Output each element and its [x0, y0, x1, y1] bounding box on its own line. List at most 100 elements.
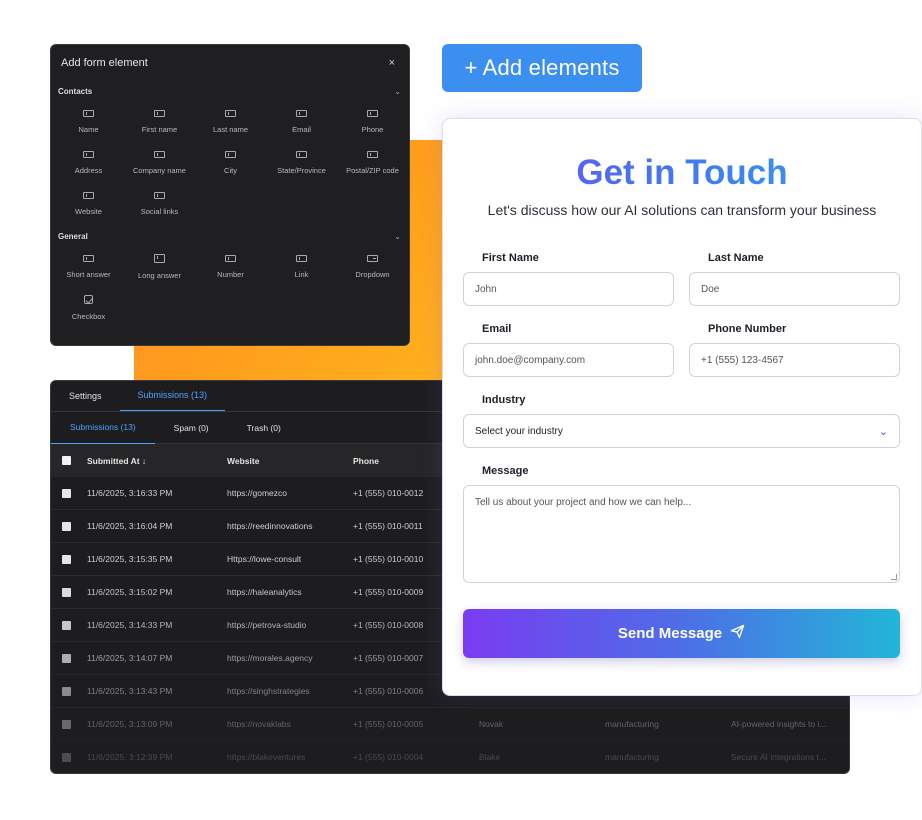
- cell-phone: +1 (555) 010-0005: [353, 719, 424, 729]
- input-field-icon: [367, 150, 378, 158]
- message-label: Message: [482, 465, 529, 477]
- input-field-icon: [296, 109, 307, 117]
- input-field-icon: [225, 254, 236, 262]
- element-link[interactable]: Link: [266, 246, 337, 287]
- element-label: Name: [78, 124, 99, 134]
- element-label: State/Province: [277, 165, 326, 175]
- cell-submitted-at: 11/6/2025, 3:12:39 PM: [87, 752, 173, 762]
- tab-spam[interactable]: Spam (0): [155, 412, 228, 444]
- table-row[interactable]: 11/6/2025, 3:12:39 PM https://blakeventur…: [51, 741, 849, 773]
- element-short-answer[interactable]: Short answer: [53, 246, 124, 287]
- industry-select[interactable]: Select your industry ⌄: [463, 414, 900, 448]
- element-dropdown[interactable]: Dropdown: [337, 246, 408, 287]
- paper-plane-icon: [730, 624, 745, 643]
- column-submitted-at[interactable]: Submitted At ↓: [87, 456, 227, 466]
- row-checkbox[interactable]: [62, 653, 71, 663]
- element-name[interactable]: Name: [53, 101, 124, 142]
- element-label: First name: [141, 124, 178, 134]
- cell-website: https://petrova-studio: [227, 620, 307, 630]
- general-grid: Short answer Long answer Number Link Dropdow…: [51, 246, 409, 328]
- element-long-answer[interactable]: Long answer: [124, 246, 195, 287]
- element-label: Dropdown: [355, 269, 390, 279]
- element-number[interactable]: Number: [195, 246, 266, 287]
- cell-website: https://singhstrategies: [227, 686, 310, 696]
- tab-submissions[interactable]: Submissions (13): [119, 381, 226, 411]
- tab-trash[interactable]: Trash (0): [228, 412, 300, 444]
- resize-handle-icon[interactable]: [891, 574, 897, 580]
- last-name-field[interactable]: Doe: [689, 272, 900, 306]
- cell-submitted-at: 11/6/2025, 3:14:33 PM: [87, 620, 173, 630]
- input-field-icon: [296, 254, 307, 262]
- email-field[interactable]: john.doe@company.com: [463, 343, 674, 377]
- section-title: General: [58, 231, 88, 241]
- section-contacts[interactable]: Contacts ⌄: [51, 81, 409, 101]
- element-phone[interactable]: Phone: [337, 101, 408, 142]
- input-field-icon: [83, 150, 94, 158]
- cell-website: https://morales.agency: [227, 653, 313, 663]
- contact-form-card: Get in Touch Let's discuss how our AI so…: [442, 118, 922, 696]
- row-checkbox[interactable]: [62, 620, 71, 630]
- form-title: Get in Touch: [443, 153, 921, 193]
- message-textarea[interactable]: Tell us about your project and how we ca…: [463, 485, 900, 583]
- section-general[interactable]: General ⌄: [51, 226, 409, 246]
- send-label: Send Message: [617, 625, 723, 642]
- element-checkbox[interactable]: Checkbox: [53, 287, 124, 328]
- send-message-button[interactable]: Send Message: [463, 609, 900, 658]
- form-subtitle: Let's discuss how our AI solutions can t…: [487, 202, 877, 218]
- first-name-label: First Name: [482, 252, 539, 264]
- row-checkbox[interactable]: [62, 719, 71, 729]
- chevron-down-icon[interactable]: ⌄: [394, 232, 401, 241]
- table-row[interactable]: 11/6/2025, 3:13:09 PM https://novaklabs +1…: [51, 708, 849, 741]
- input-field-icon: [83, 254, 94, 262]
- section-title: Contacts: [58, 86, 93, 96]
- element-company-name[interactable]: Company name: [124, 142, 195, 183]
- chevron-down-icon[interactable]: ⌄: [394, 87, 401, 96]
- first-name-field[interactable]: John: [463, 272, 674, 306]
- tab-settings[interactable]: Settings: [51, 381, 120, 411]
- element-label: Short answer: [66, 269, 111, 279]
- column-website[interactable]: Website: [227, 456, 353, 466]
- row-checkbox[interactable]: [62, 587, 71, 597]
- element-label: Address: [74, 165, 103, 175]
- input-field-icon: [154, 150, 165, 158]
- row-checkbox[interactable]: [62, 686, 71, 696]
- input-field-icon: [154, 253, 165, 263]
- checkbox-icon: [84, 294, 93, 304]
- element-label: Email: [292, 124, 311, 134]
- row-checkbox[interactable]: [62, 521, 71, 531]
- element-postal-zip-code[interactable]: Postal/ZIP code: [337, 142, 408, 183]
- input-field-icon: [296, 150, 307, 158]
- element-label: Number: [217, 269, 244, 279]
- cell-website: https://haleanalytics: [227, 587, 302, 597]
- element-social-links[interactable]: Social links: [124, 183, 195, 224]
- element-city[interactable]: City: [195, 142, 266, 183]
- select-all-checkbox[interactable]: [62, 456, 71, 465]
- element-label: Company name: [133, 165, 186, 175]
- row-checkbox[interactable]: [62, 554, 71, 564]
- row-checkbox[interactable]: [62, 488, 71, 498]
- element-state-province[interactable]: State/Province: [266, 142, 337, 183]
- cell-industry: manufacturing: [605, 719, 659, 729]
- cell-website: https://novaklabs: [227, 719, 291, 729]
- row-checkbox[interactable]: [62, 752, 71, 762]
- phone-field[interactable]: +1 (555) 123-4567: [689, 343, 900, 377]
- element-label: Last name: [212, 124, 249, 134]
- element-email[interactable]: Email: [266, 101, 337, 142]
- element-website[interactable]: Website: [53, 183, 124, 224]
- close-icon[interactable]: ×: [389, 57, 395, 69]
- tab-submissions-list[interactable]: Submissions (13): [51, 412, 155, 444]
- element-first-name[interactable]: First name: [124, 101, 195, 142]
- element-label: Website: [75, 206, 102, 216]
- message-placeholder: Tell us about your project and how we ca…: [475, 497, 692, 508]
- add-elements-button[interactable]: + Add elements: [442, 44, 642, 92]
- cell-message: Secure AI integrations t...: [731, 752, 826, 762]
- input-field-icon: [154, 191, 165, 199]
- element-last-name[interactable]: Last name: [195, 101, 266, 142]
- cell-website: https://blakeventures: [227, 752, 306, 762]
- element-address[interactable]: Address: [53, 142, 124, 183]
- input-field-icon: [367, 254, 378, 262]
- input-field-icon: [367, 109, 378, 117]
- element-label: Long answer: [138, 270, 181, 280]
- phone-label: Phone Number: [708, 323, 787, 335]
- panel-header: Add form element ×: [51, 45, 409, 81]
